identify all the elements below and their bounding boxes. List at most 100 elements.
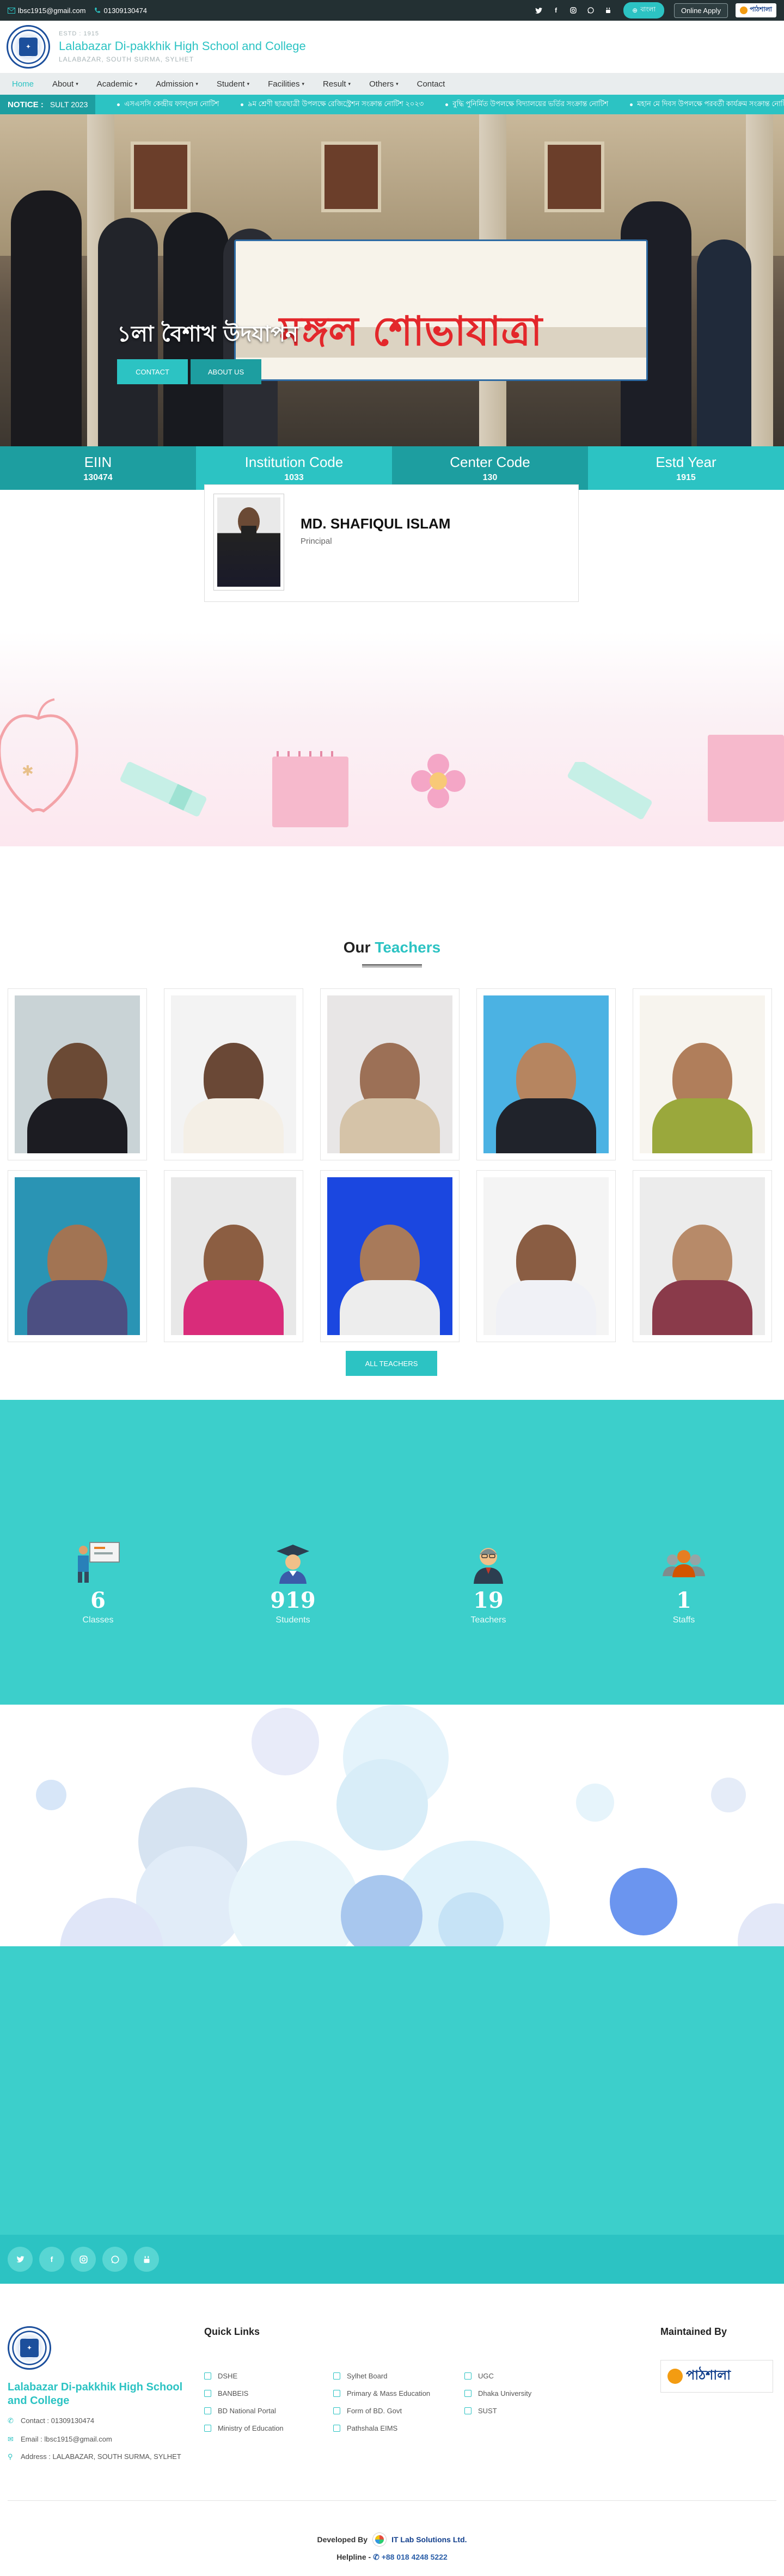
counter-value: 919 (270, 1588, 316, 1613)
maintained-by-logo[interactable]: পাঠশালা (660, 2360, 773, 2393)
quick-link[interactable]: Dhaka University (464, 2389, 531, 2397)
quick-link[interactable]: Ministry of Education (204, 2424, 284, 2432)
quick-link[interactable]: BANBEIS (204, 2389, 248, 2397)
instagram-icon[interactable] (568, 5, 579, 16)
apple-icon: ✱ (0, 698, 78, 813)
online-apply-button[interactable]: Online Apply (673, 3, 728, 18)
nav-item-contact[interactable]: Contact (417, 79, 445, 89)
contact-button[interactable]: CONTACT (117, 359, 188, 384)
counter-students: 919 Students (238, 1540, 347, 1625)
footer-email[interactable]: ✉ Email : lbsc1915@gmail.com (8, 2432, 182, 2447)
banner-title: মঙ্গল শোভাযাত্রা (279, 308, 542, 355)
footer-contact: ✆ Contact : 01309130474 (8, 2413, 182, 2429)
whatsapp-icon[interactable] (102, 2247, 127, 2272)
nav-item-others[interactable]: Others ▾ (369, 79, 399, 89)
chevron-down-icon: ▾ (396, 81, 399, 87)
about-us-button[interactable]: ABOUT US (191, 359, 261, 384)
teacher-card[interactable] (8, 1170, 147, 1342)
nav-item-facilities[interactable]: Facilities ▾ (268, 79, 304, 89)
footer-divider (8, 2500, 776, 2501)
notice-label-box: NOTICE : SULT 2023 (0, 95, 96, 114)
developer-link[interactable]: IT Lab Solutions Ltd. (391, 2535, 467, 2544)
principal-photo (213, 494, 284, 591)
phone-icon: ✆ (373, 2553, 382, 2561)
nav-item-admission[interactable]: Admission ▾ (156, 79, 198, 89)
nav-item-student[interactable]: Student ▾ (217, 79, 249, 89)
school-address: LALABAZAR, SOUTH SURMA, SYLHET (59, 56, 194, 63)
bubble (36, 1780, 66, 1810)
bubble (229, 1841, 359, 1946)
teacher-card[interactable] (320, 988, 460, 1160)
language-label: বাংলা (640, 5, 656, 13)
twitter-icon[interactable] (533, 5, 544, 16)
nav-item-about[interactable]: About ▾ (52, 79, 78, 89)
instagram-icon[interactable] (71, 2247, 96, 2272)
email-link[interactable]: lbsc1915@gmail.com (8, 7, 85, 15)
notice-item[interactable]: মহান মে দিবস উপলক্ষে পরবর্তী কার্যক্রম স… (630, 99, 784, 110)
quick-link[interactable]: Primary & Mass Education (333, 2389, 430, 2397)
facebook-icon[interactable]: f (39, 2247, 64, 2272)
maintained-by-label: পাঠশালা (686, 2368, 731, 2383)
notice-ticker: NOTICE : SULT 2023 এসএসসি কেন্দ্রীয় ফাল… (0, 95, 784, 114)
school-logo[interactable]: ✦ (7, 25, 50, 69)
helpline-number[interactable]: +88 018 4248 5222 (382, 2553, 448, 2561)
teacher-card[interactable] (8, 988, 147, 1160)
hero-slider[interactable]: মঙ্গল শোভাযাত্রা ১লা বৈশাখ উদযাপন CONTAC… (0, 114, 784, 446)
quick-link[interactable]: Sylhet Board (333, 2372, 387, 2380)
info-card-estd-year: Estd Year 1915 (588, 446, 784, 490)
teacher-card[interactable] (476, 988, 616, 1160)
nav-label: Academic (96, 79, 133, 89)
twitter-icon[interactable] (8, 2247, 33, 2272)
nav-item-home[interactable]: Home (12, 79, 34, 89)
quick-link[interactable]: Pathshala EIMS (333, 2424, 397, 2432)
quick-links-title: Quick Links (204, 2326, 260, 2337)
pathshala-link[interactable]: পাঠশালা (735, 3, 776, 17)
phone-link[interactable]: 01309130474 (94, 7, 147, 15)
school-name[interactable]: Lalabazar Di-pakkhik High School and Col… (59, 39, 306, 53)
youtube-icon[interactable] (603, 5, 614, 16)
main-nav: Home About ▾ Academic ▾ Admission ▾ Student… (0, 73, 784, 95)
teacher-card[interactable] (164, 988, 303, 1160)
teacher-card[interactable] (320, 1170, 460, 1342)
notice-item[interactable]: এসএসসি কেন্দ্রীয় ফাল্গুন নোটিশ (117, 99, 219, 110)
nav-item-result[interactable]: Result ▾ (323, 79, 351, 89)
title-part-1: Our (343, 939, 371, 956)
pathshala-label: পাঠশালা (749, 5, 772, 13)
facebook-icon[interactable]: f (550, 5, 561, 16)
teacher-icon (474, 1548, 503, 1584)
info-value: 1033 (284, 472, 304, 482)
teacher-card[interactable] (476, 1170, 616, 1342)
notice-item[interactable]: ৯ম শ্রেণী ছাত্রছাত্রী উপলক্ষে রেজিস্ট্রে… (241, 99, 424, 110)
flower-icon (411, 754, 465, 808)
notice-item[interactable]: বুদ্ধি পুনির্মিত উপলক্ষে বিদ্যালয়ের ভর্… (445, 99, 608, 110)
chevron-down-icon: ▾ (76, 81, 78, 87)
footer-contact-text: Contact : 01309130474 (21, 2417, 95, 2425)
teacher-card[interactable] (633, 1170, 772, 1342)
crayon-icon (567, 762, 652, 820)
teacher-card[interactable] (633, 988, 772, 1160)
info-card-center-code: Center Code 130 (392, 446, 588, 490)
all-teachers-button[interactable]: ALL TEACHERS (346, 1351, 437, 1376)
nav-label: About (52, 79, 74, 89)
nav-label: Home (12, 79, 34, 89)
footer-logo[interactable]: ✦ (8, 2326, 51, 2370)
site-footer: ✦ Lalabazar Di-pakkhik High School and C… (0, 2284, 784, 2576)
quick-link[interactable]: UGC (464, 2372, 494, 2380)
quick-link[interactable]: DSHE (204, 2372, 237, 2380)
estd-label: ESTD : 1915 (59, 30, 99, 37)
quick-link[interactable]: Form of BD. Govt (333, 2407, 402, 2415)
youtube-icon[interactable] (134, 2247, 159, 2272)
whatsapp-icon[interactable] (585, 5, 596, 16)
teacher-card[interactable] (164, 1170, 303, 1342)
classroom-icon (78, 1542, 120, 1583)
topbar-email: lbsc1915@gmail.com (18, 6, 86, 15)
envelope-icon (8, 7, 15, 14)
hero-window (131, 142, 191, 212)
nav-item-academic[interactable]: Academic ▾ (97, 79, 137, 89)
quick-link[interactable]: BD National Portal (204, 2407, 276, 2415)
hero-window (544, 142, 604, 212)
quick-link[interactable]: SUST (464, 2407, 497, 2415)
principal-card[interactable]: MD. SHAFIQUL ISLAM Principal (204, 484, 579, 602)
decorative-bubbles (0, 1705, 784, 1946)
language-toggle-button[interactable]: ⊕ বাংলা (623, 2, 664, 19)
